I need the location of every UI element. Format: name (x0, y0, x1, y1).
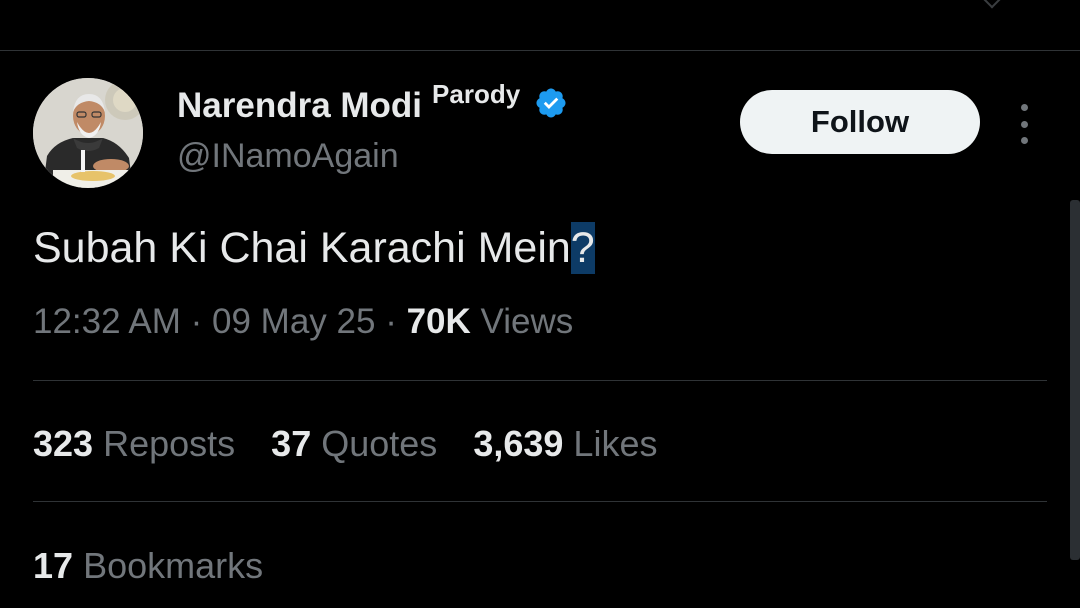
tweet-time[interactable]: 12:32 AM (33, 302, 181, 341)
reposts-label: Reposts (103, 423, 236, 464)
author-display-name[interactable]: Narendra Modi (177, 86, 422, 126)
avatar[interactable] (33, 78, 143, 188)
tweet-meta: 12:32 AM · 09 May 25 · 70K Views (33, 302, 573, 342)
likes-stat[interactable]: 3,639 Likes (473, 423, 657, 465)
corner-chevron-icon (983, 0, 1001, 9)
bookmarks-label: Bookmarks (83, 545, 264, 586)
quotes-label: Quotes (321, 423, 438, 464)
tweet-text: Subah Ki Chai Karachi Mein? (33, 220, 595, 276)
divider (33, 380, 1047, 381)
engagement-stats: 323 Reposts 37 Quotes 3,639 Likes (33, 423, 693, 465)
bookmarks-stat[interactable]: 17 Bookmarks (33, 545, 263, 587)
bookmarks-count: 17 (33, 545, 74, 586)
reposts-stat[interactable]: 323 Reposts (33, 423, 235, 465)
follow-button[interactable]: Follow (740, 90, 980, 154)
tweet-text-selection: ? (570, 222, 595, 274)
more-vertical-icon[interactable] (1014, 104, 1034, 144)
tweet-date[interactable]: 09 May 25 (212, 302, 375, 341)
likes-label: Likes (573, 423, 658, 464)
likes-count: 3,639 (473, 423, 564, 464)
meta-separator: · (190, 302, 203, 341)
tweet-text-main: Subah Ki Chai Karachi Mein (33, 224, 571, 272)
scrollbar[interactable] (1070, 200, 1080, 560)
views-label: Views (480, 302, 574, 341)
reposts-count: 323 (33, 423, 94, 464)
author-name-row: Narendra Modi Parody (177, 79, 568, 126)
meta-separator: · (385, 302, 397, 341)
verified-badge-icon (536, 88, 566, 118)
avatar-image (33, 78, 143, 188)
quotes-count: 37 (271, 423, 312, 464)
views-count: 70K (406, 302, 471, 341)
parody-label: Parody (432, 78, 521, 109)
top-divider (0, 50, 1080, 51)
author-handle[interactable]: @INamoAgain (177, 137, 399, 176)
quotes-stat[interactable]: 37 Quotes (271, 423, 437, 465)
divider (33, 501, 1047, 502)
